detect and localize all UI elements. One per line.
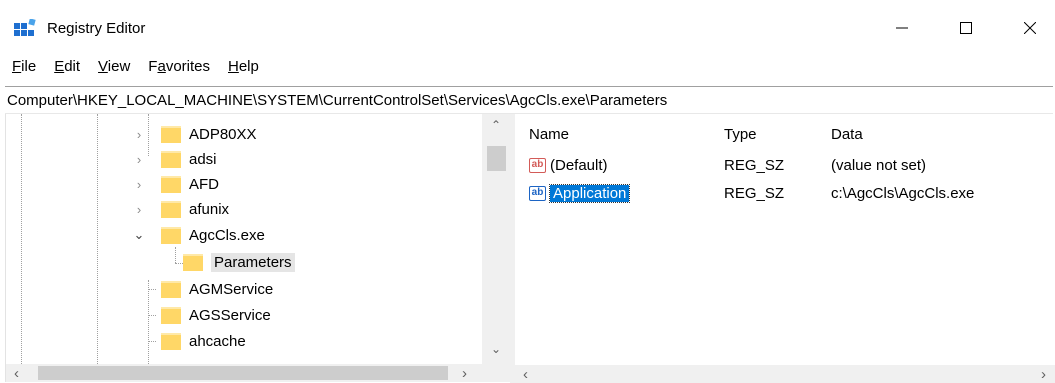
tree-connector [148, 280, 149, 364]
column-header-name[interactable]: Name [529, 126, 569, 143]
tree-node[interactable]: › afunix [137, 197, 229, 221]
column-header-data[interactable]: Data [831, 126, 863, 143]
tree-node[interactable]: AGMService [161, 277, 273, 301]
scroll-up-icon[interactable]: ⌃ [491, 118, 501, 132]
folder-icon [161, 175, 181, 193]
scrollbar-thumb[interactable] [487, 146, 506, 171]
tree-connector [148, 315, 156, 316]
scroll-left-icon[interactable]: ‹ [523, 366, 528, 383]
tree-connector [97, 114, 98, 364]
folder-icon [161, 306, 181, 324]
list-horizontal-scrollbar[interactable]: ‹ › [515, 365, 1055, 383]
folder-icon [161, 226, 181, 244]
folder-icon [183, 253, 203, 271]
tree-node[interactable]: ahcache [161, 329, 246, 353]
value-data: (value not set) [831, 156, 927, 174]
close-icon [1024, 22, 1036, 34]
scroll-right-icon[interactable]: › [462, 365, 467, 382]
tree-connector [148, 114, 149, 156]
folder-icon [161, 125, 181, 143]
tree-vertical-scrollbar[interactable]: ⌃ ⌄ [482, 114, 511, 364]
tree-connector [148, 341, 156, 342]
tree-connector [21, 114, 22, 364]
folder-icon [161, 150, 181, 168]
address-bar[interactable]: Computer\HKEY_LOCAL_MACHINE\SYSTEM\Curre… [5, 86, 1053, 114]
registry-editor-icon [14, 19, 36, 36]
chevron-right-icon[interactable]: › [131, 152, 147, 167]
menu-bar: File Edit View Favorites Help [0, 52, 1055, 80]
tree-connector [175, 263, 183, 264]
chevron-right-icon[interactable]: › [131, 127, 147, 142]
tree-connector [148, 289, 156, 290]
address-path[interactable]: Computer\HKEY_LOCAL_MACHINE\SYSTEM\Curre… [5, 92, 667, 109]
value-type: REG_SZ [724, 184, 785, 202]
chevron-down-icon[interactable]: ⌄ [131, 227, 147, 243]
maximize-button[interactable] [943, 8, 989, 48]
menu-help[interactable]: Help [219, 58, 268, 75]
chevron-right-icon[interactable]: › [131, 177, 147, 192]
tree-node[interactable]: › adsi [137, 147, 217, 171]
menu-edit[interactable]: Edit [45, 58, 89, 75]
maximize-icon [960, 22, 972, 34]
scrollbar-thumb[interactable] [38, 366, 448, 380]
menu-file[interactable]: File [0, 58, 45, 75]
menu-view[interactable]: View [89, 58, 139, 75]
minimize-icon [896, 27, 908, 29]
value-row-application[interactable]: ab Application [529, 182, 631, 204]
column-header-type[interactable]: Type [724, 126, 757, 143]
tree-node[interactable]: › AFD [137, 172, 219, 196]
title-bar: Registry Editor [0, 0, 1055, 52]
reg-string-value-icon: ab [529, 185, 546, 201]
window-title: Registry Editor [47, 20, 146, 37]
tree-horizontal-scrollbar[interactable]: ‹ › [6, 364, 511, 382]
chevron-right-icon[interactable]: › [131, 202, 147, 217]
tree-node-agccls[interactable]: ⌄ AgcCls.exe [134, 223, 265, 247]
folder-icon [161, 200, 181, 218]
tree-node-parameters[interactable]: Parameters [183, 250, 295, 274]
folder-icon [161, 280, 181, 298]
tree-node[interactable]: › ADP80XX [137, 122, 257, 146]
scroll-down-icon[interactable]: ⌄ [491, 342, 501, 356]
reg-string-value-icon: ab [529, 157, 546, 173]
scroll-left-icon[interactable]: ‹ [14, 365, 19, 382]
values-list-pane[interactable]: Name Type Data ab (Default) REG_SZ (valu… [515, 114, 1055, 383]
tree-connector [175, 247, 176, 263]
tree-node[interactable]: AGSService [161, 303, 271, 327]
value-data: c:\AgcCls\AgcCls.exe [831, 184, 975, 202]
value-row-default[interactable]: ab (Default) [529, 154, 608, 176]
value-type: REG_SZ [724, 156, 785, 174]
menu-favorites[interactable]: Favorites [139, 58, 219, 75]
folder-icon [161, 332, 181, 350]
scroll-right-icon[interactable]: › [1041, 366, 1046, 383]
close-button[interactable] [1007, 8, 1053, 48]
key-tree-pane[interactable]: › ADP80XX › adsi › AFD › afunix ⌄ AgcCls… [5, 114, 511, 382]
minimize-button[interactable] [879, 8, 925, 48]
